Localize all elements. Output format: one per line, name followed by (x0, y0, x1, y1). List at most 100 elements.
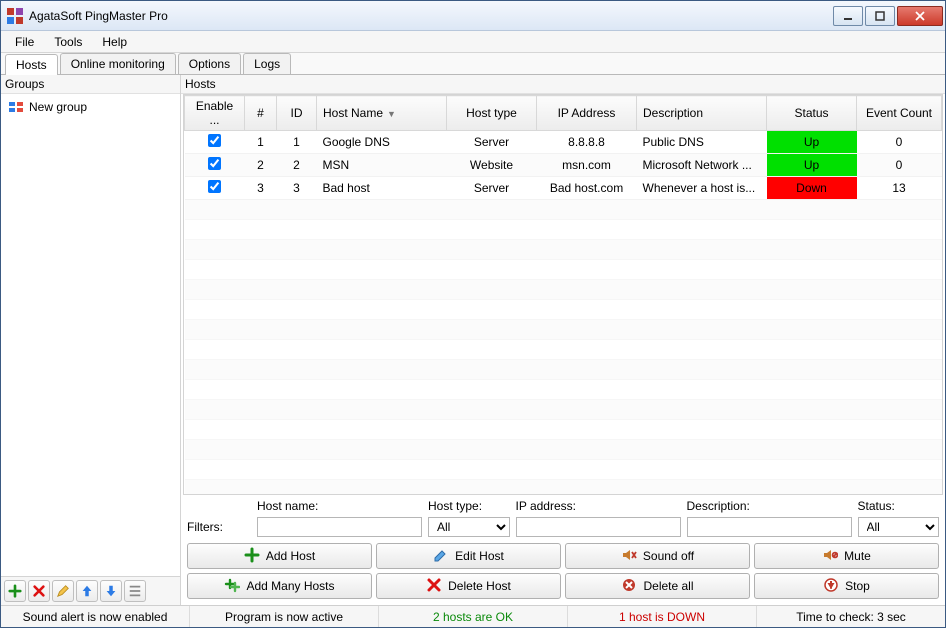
row-ip: 8.8.8.8 (537, 131, 637, 154)
row-hosttype: Server (447, 177, 537, 200)
hosts-grid: Enable ... # ID Host Name▼ Host type IP … (184, 95, 942, 495)
stop-button[interactable]: Stop (754, 573, 939, 599)
col-num[interactable]: # (245, 96, 277, 131)
menubar: File Tools Help (1, 31, 945, 53)
group-add-button[interactable] (4, 580, 26, 602)
edit-host-button[interactable]: Edit Host (376, 543, 561, 569)
row-id: 2 (277, 154, 317, 177)
col-hosttype[interactable]: Host type (447, 96, 537, 131)
group-down-button[interactable] (100, 580, 122, 602)
row-events: 0 (857, 131, 942, 154)
menu-file[interactable]: File (5, 33, 44, 51)
sound-off-button[interactable]: Sound off (565, 543, 750, 569)
col-enable[interactable]: Enable ... (185, 96, 245, 131)
add-many-hosts-button[interactable]: Add Many Hosts (187, 573, 372, 599)
app-icon (7, 8, 23, 24)
status-down: 1 host is DOWN (568, 606, 757, 627)
groups-toolbar (1, 576, 180, 605)
col-ip[interactable]: IP Address (537, 96, 637, 131)
window-title: AgataSoft PingMaster Pro (29, 9, 831, 23)
table-row-empty (185, 420, 942, 440)
table-row-empty (185, 320, 942, 340)
group-edit-button[interactable] (52, 580, 74, 602)
row-desc: Public DNS (637, 131, 767, 154)
tabstrip: Hosts Online monitoring Options Logs (1, 53, 945, 75)
col-events[interactable]: Event Count (857, 96, 942, 131)
tab-options[interactable]: Options (178, 53, 241, 74)
status-ok: 2 hosts are OK (379, 606, 568, 627)
row-enable-checkbox[interactable] (208, 180, 221, 193)
hosts-grid-scroller[interactable]: Enable ... # ID Host Name▼ Host type IP … (183, 94, 943, 495)
group-icon (9, 102, 23, 112)
row-num: 1 (245, 131, 277, 154)
mute-button[interactable]: Mute (754, 543, 939, 569)
group-up-button[interactable] (76, 580, 98, 602)
table-row-empty (185, 480, 942, 496)
group-list-button[interactable] (124, 580, 146, 602)
hosts-label: Hosts (181, 75, 945, 94)
row-hostname: Google DNS (317, 131, 447, 154)
maximize-button[interactable] (865, 6, 895, 26)
tab-logs[interactable]: Logs (243, 53, 291, 74)
row-enable-checkbox[interactable] (208, 134, 221, 147)
plus-icon (244, 547, 260, 566)
group-delete-button[interactable] (28, 580, 50, 602)
table-row-empty (185, 240, 942, 260)
table-row[interactable]: 11Google DNSServer8.8.8.8Public DNSUp0 (185, 131, 942, 154)
row-desc: Whenever a host is... (637, 177, 767, 200)
table-row-empty (185, 380, 942, 400)
table-row[interactable]: 22MSNWebsitemsn.comMicrosoft Network ...… (185, 154, 942, 177)
row-id: 3 (277, 177, 317, 200)
table-row-empty (185, 400, 942, 420)
mute-icon (822, 547, 838, 566)
row-hostname: MSN (317, 154, 447, 177)
filter-hostname-input[interactable] (257, 517, 422, 537)
sound-off-icon (621, 547, 637, 566)
filter-hosttype-label: Host type: (428, 499, 510, 513)
groups-tree[interactable]: New group (1, 94, 180, 576)
filter-desc-label: Description: (687, 499, 852, 513)
groups-label: Groups (1, 75, 180, 94)
col-id[interactable]: ID (277, 96, 317, 131)
col-hostname[interactable]: Host Name▼ (317, 96, 447, 131)
row-enable-checkbox[interactable] (208, 157, 221, 170)
filters-label: Filters: (187, 520, 251, 534)
sort-indicator-icon: ▼ (387, 109, 396, 119)
delete-all-button[interactable]: Delete all (565, 573, 750, 599)
add-host-button[interactable]: Add Host (187, 543, 372, 569)
hosts-panel: Hosts Enable ... # ID Host Name▼ Host ty… (181, 75, 945, 605)
tree-item-label: New group (29, 100, 87, 114)
menu-tools[interactable]: Tools (44, 33, 92, 51)
tab-hosts[interactable]: Hosts (5, 54, 58, 75)
row-hosttype: Website (447, 154, 537, 177)
status-program: Program is now active (190, 606, 379, 627)
minimize-button[interactable] (833, 6, 863, 26)
table-row[interactable]: 33Bad hostServerBad host.comWhenever a h… (185, 177, 942, 200)
menu-help[interactable]: Help (92, 33, 137, 51)
table-row-empty (185, 360, 942, 380)
row-num: 2 (245, 154, 277, 177)
row-ip: msn.com (537, 154, 637, 177)
filter-hostname-label: Host name: (257, 499, 422, 513)
table-row-empty (185, 340, 942, 360)
actions-grid: Add Host Edit Host Sound off Mute Add Ma… (181, 539, 945, 605)
filters-row: Host name: Host type: IP address: Descri… (181, 495, 945, 539)
tree-item-root[interactable]: New group (9, 100, 172, 114)
filter-status-label: Status: (858, 499, 940, 513)
row-status: Up (767, 154, 857, 177)
row-status: Up (767, 131, 857, 154)
table-row-empty (185, 280, 942, 300)
filter-hosttype-select[interactable]: All (428, 517, 510, 537)
delete-host-button[interactable]: Delete Host (376, 573, 561, 599)
row-ip: Bad host.com (537, 177, 637, 200)
table-row-empty (185, 260, 942, 280)
col-desc[interactable]: Description (637, 96, 767, 131)
delete-icon (426, 577, 442, 596)
filter-ip-input[interactable] (516, 517, 681, 537)
filter-desc-input[interactable] (687, 517, 852, 537)
row-events: 13 (857, 177, 942, 200)
col-status[interactable]: Status (767, 96, 857, 131)
filter-status-select[interactable]: All (858, 517, 940, 537)
close-button[interactable] (897, 6, 943, 26)
tab-online[interactable]: Online monitoring (60, 53, 176, 74)
